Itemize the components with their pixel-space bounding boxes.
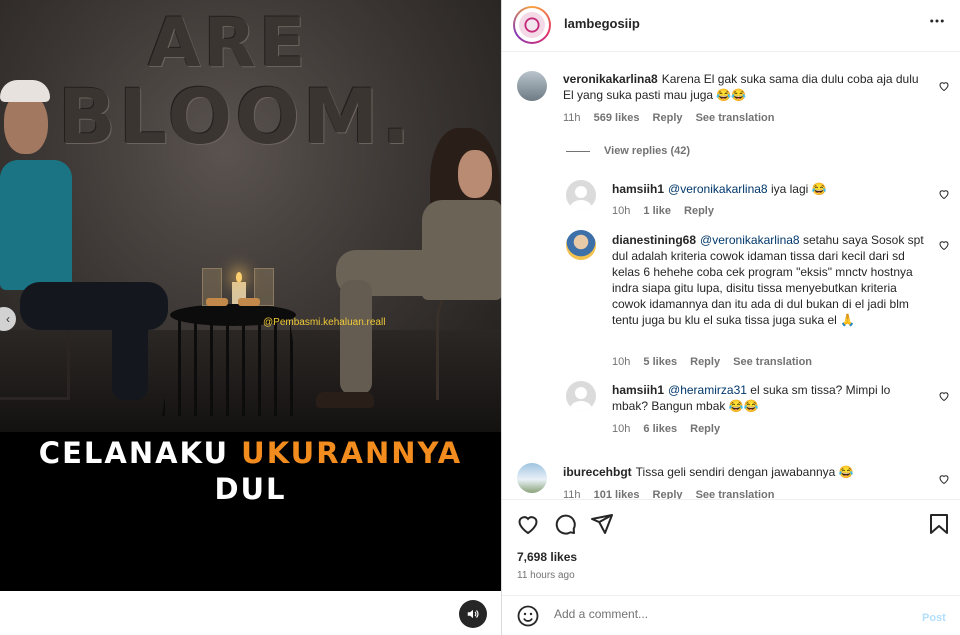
candle-flame [236, 272, 242, 282]
share-icon[interactable] [590, 512, 614, 536]
view-replies-button[interactable]: View replies (42) [566, 145, 690, 157]
post-actions: 7,698 likes 11 hours ago [502, 499, 960, 595]
post-timestamp[interactable]: 11 hours ago [517, 570, 575, 581]
comment-meta: 11h 569 likes Reply See translation [563, 112, 784, 124]
more-horizontal-icon [930, 19, 944, 23]
heart-icon[interactable] [516, 512, 540, 536]
caption-word-orange: UKURANNYA [241, 436, 463, 470]
see-translation-button[interactable]: See translation [733, 356, 812, 368]
bookmark-icon[interactable] [927, 512, 951, 536]
comment-time: 10h [612, 423, 631, 435]
comment-mention[interactable]: @veronikakarlina8 [668, 182, 768, 196]
likes-count[interactable]: 7,698 likes [517, 550, 577, 564]
caption-word-white: CELANAKU [38, 436, 230, 470]
woman-face [458, 150, 492, 198]
heart-icon[interactable] [938, 473, 950, 485]
avatar[interactable] [517, 463, 547, 493]
woman-shin [340, 280, 372, 395]
media-footer [0, 591, 501, 635]
add-comment-bar: Post [502, 595, 960, 635]
reply-button[interactable]: Reply [653, 489, 683, 499]
post-header: lambegosiip [502, 0, 960, 52]
post-media[interactable]: ARE BLOOM. @Pembasmi.kehaluan.reall CELA… [0, 0, 501, 591]
wall-sign-line2: BLOOM. [58, 72, 414, 161]
avatar[interactable] [566, 180, 596, 210]
comment-likes[interactable]: 101 likes [594, 489, 640, 499]
video-watermark: @Pembasmi.kehaluan.reall [263, 317, 386, 328]
man-shin [112, 300, 148, 400]
comments-list: veronikakarlina8 Karena El gak suka sama … [502, 53, 960, 499]
comment: iburecehbgt Tissa geli sendiri dengan jaw… [502, 457, 960, 499]
man-torso [0, 160, 72, 290]
comment-icon[interactable] [553, 512, 577, 536]
reply-button[interactable]: Reply [684, 205, 714, 217]
comment-likes[interactable]: 5 likes [643, 356, 677, 368]
reply-button[interactable]: Reply [653, 112, 683, 124]
comment: veronikakarlina8 Karena El gak suka sama … [502, 53, 960, 139]
reply-comment: hamsiih1 @heramirza31 el suka sm tissa? M… [502, 375, 960, 443]
chevron-left-icon: ‹ [6, 312, 10, 326]
comment-meta: 11h 101 likes Reply See translation [563, 489, 784, 499]
post-button[interactable]: Post [922, 612, 946, 624]
speaker-icon [467, 609, 479, 619]
avatar[interactable] [517, 71, 547, 101]
divider [566, 150, 590, 152]
comment-text: setahu saya Sosok spt dul adalah kriteri… [612, 233, 924, 327]
video-caption-line1: CELANAKU UKURANNYA [0, 436, 501, 470]
comment-meta: 10h 6 likes Reply [612, 423, 730, 435]
post-details-panel: lambegosiip veronikakarlina8 Karena El ga… [501, 0, 960, 635]
author-avatar[interactable] [513, 6, 551, 44]
emoji-icon[interactable] [516, 604, 540, 628]
avatar[interactable] [566, 381, 596, 411]
comment-text: Tissa geli sendiri dengan jawabannya 😂 [635, 465, 854, 479]
heart-icon[interactable] [938, 80, 950, 92]
comment-time: 10h [612, 356, 631, 368]
comment-username[interactable]: iburecehbgt [563, 465, 632, 479]
comment-body: iburecehbgt Tissa geli sendiri dengan jaw… [563, 464, 923, 480]
snack [238, 298, 260, 306]
comment-mention[interactable]: @veronikakarlina8 [700, 233, 800, 247]
comment-input[interactable] [554, 607, 884, 621]
author-logo [519, 12, 545, 38]
comment-text: iya lagi 😂 [770, 182, 827, 196]
comment-body: hamsiih1 @heramirza31 el suka sm tissa? M… [612, 382, 926, 414]
video-caption-line2: DUL [214, 472, 287, 506]
avatar[interactable] [566, 230, 596, 260]
comment-likes[interactable]: 569 likes [594, 112, 640, 124]
comment-meta: 10h 1 like Reply [612, 205, 724, 217]
comment-time: 10h [612, 205, 631, 217]
comment-mention[interactable]: @heramirza31 [668, 383, 747, 397]
heart-icon[interactable] [938, 239, 950, 251]
woman-shoe [316, 392, 374, 408]
comment-username[interactable]: veronikakarlina8 [563, 72, 658, 86]
comment-likes[interactable]: 6 likes [643, 423, 677, 435]
comment-meta: 10h 5 likes Reply See translation [612, 356, 822, 368]
reply-comment: dianestining68 @veronikakarlina8 setahu s… [502, 225, 960, 375]
video-frame: ARE BLOOM. @Pembasmi.kehaluan.reall [0, 0, 501, 432]
heart-icon[interactable] [938, 188, 950, 200]
view-replies-label: View replies (42) [604, 145, 691, 157]
comment-likes[interactable]: 1 like [643, 205, 671, 217]
man-cap [0, 80, 50, 102]
snack [206, 298, 228, 306]
reply-button[interactable]: Reply [690, 356, 720, 368]
heart-icon[interactable] [938, 390, 950, 402]
audio-toggle-button[interactable] [459, 600, 487, 628]
comment-time: 11h [563, 489, 581, 499]
reply-button[interactable]: Reply [690, 423, 720, 435]
more-options-button[interactable] [928, 12, 946, 35]
reply-comment: hamsiih1 @veronikakarlina8 iya lagi 😂 10h… [502, 173, 960, 225]
comment-username[interactable]: hamsiih1 [612, 383, 664, 397]
see-translation-button[interactable]: See translation [696, 489, 775, 499]
comment-time: 11h [563, 112, 581, 124]
comment-body: dianestining68 @veronikakarlina8 setahu s… [612, 232, 924, 328]
comment-username[interactable]: dianestining68 [612, 233, 696, 247]
comment-username[interactable]: hamsiih1 [612, 182, 664, 196]
comment-body: hamsiih1 @veronikakarlina8 iya lagi 😂 [612, 181, 922, 197]
table-base [162, 320, 304, 416]
author-username[interactable]: lambegosiip [564, 16, 640, 31]
comment-body: veronikakarlina8 Karena El gak suka sama … [563, 71, 923, 103]
see-translation-button[interactable]: See translation [696, 112, 775, 124]
